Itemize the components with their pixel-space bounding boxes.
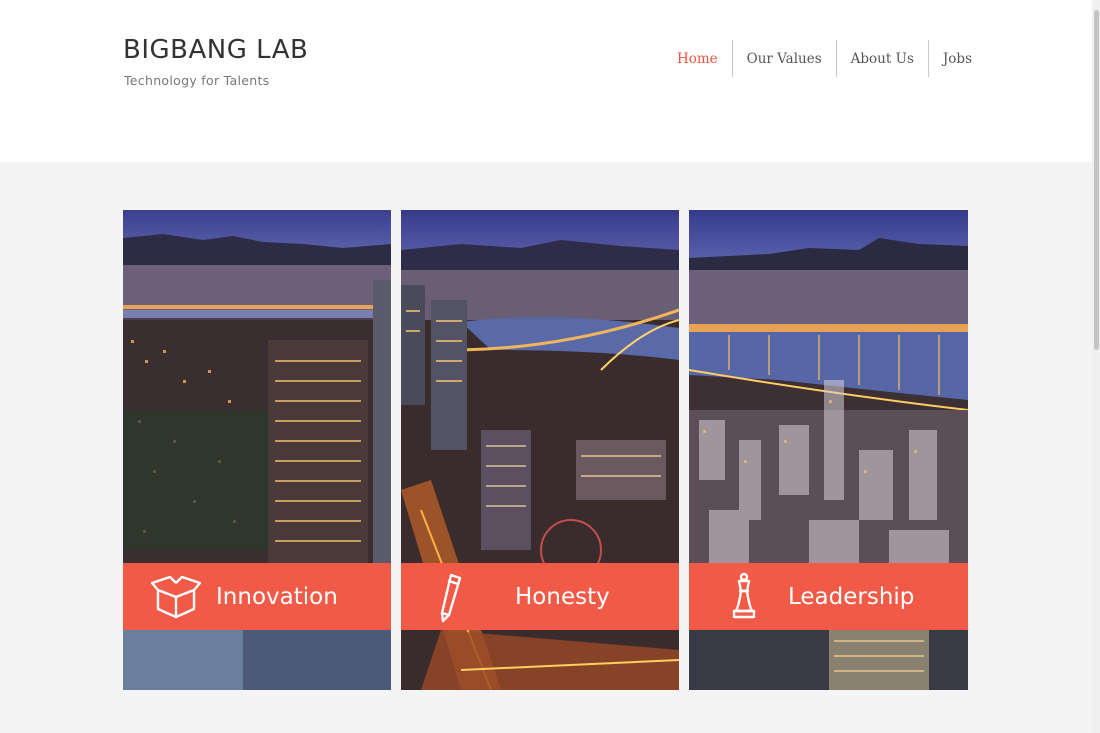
value-card-honesty[interactable]: Honesty: [401, 210, 679, 690]
main-nav: Home Our Values About Us Jobs: [663, 40, 972, 77]
chess-king-icon: [718, 571, 770, 623]
value-label-leadership: Leadership: [788, 583, 915, 610]
site-header: BIGBANG LAB Technology for Talents Home …: [0, 0, 1100, 162]
open-box-icon: [150, 571, 202, 623]
site-tagline: Technology for Talents: [124, 73, 270, 88]
nav-item-about-us[interactable]: About Us: [835, 40, 928, 77]
value-banner: Honesty: [401, 563, 679, 630]
nav-item-our-values[interactable]: Our Values: [731, 40, 836, 77]
scrollbar[interactable]: [1092, 0, 1100, 733]
value-label-honesty: Honesty: [515, 583, 610, 610]
site-title[interactable]: BIGBANG LAB: [123, 36, 308, 65]
value-card-innovation[interactable]: Innovation: [123, 210, 391, 690]
scrollbar-thumb[interactable]: [1094, 10, 1099, 350]
nav-item-home[interactable]: Home: [663, 40, 732, 77]
pencil-icon: [429, 571, 481, 623]
value-card-leadership[interactable]: Leadership: [689, 210, 968, 690]
page: BIGBANG LAB Technology for Talents Home …: [0, 0, 1100, 733]
nav-item-jobs[interactable]: Jobs: [927, 40, 972, 77]
value-label-innovation: Innovation: [216, 583, 338, 610]
value-banner: Innovation: [123, 563, 391, 630]
value-banner: Leadership: [689, 563, 968, 630]
